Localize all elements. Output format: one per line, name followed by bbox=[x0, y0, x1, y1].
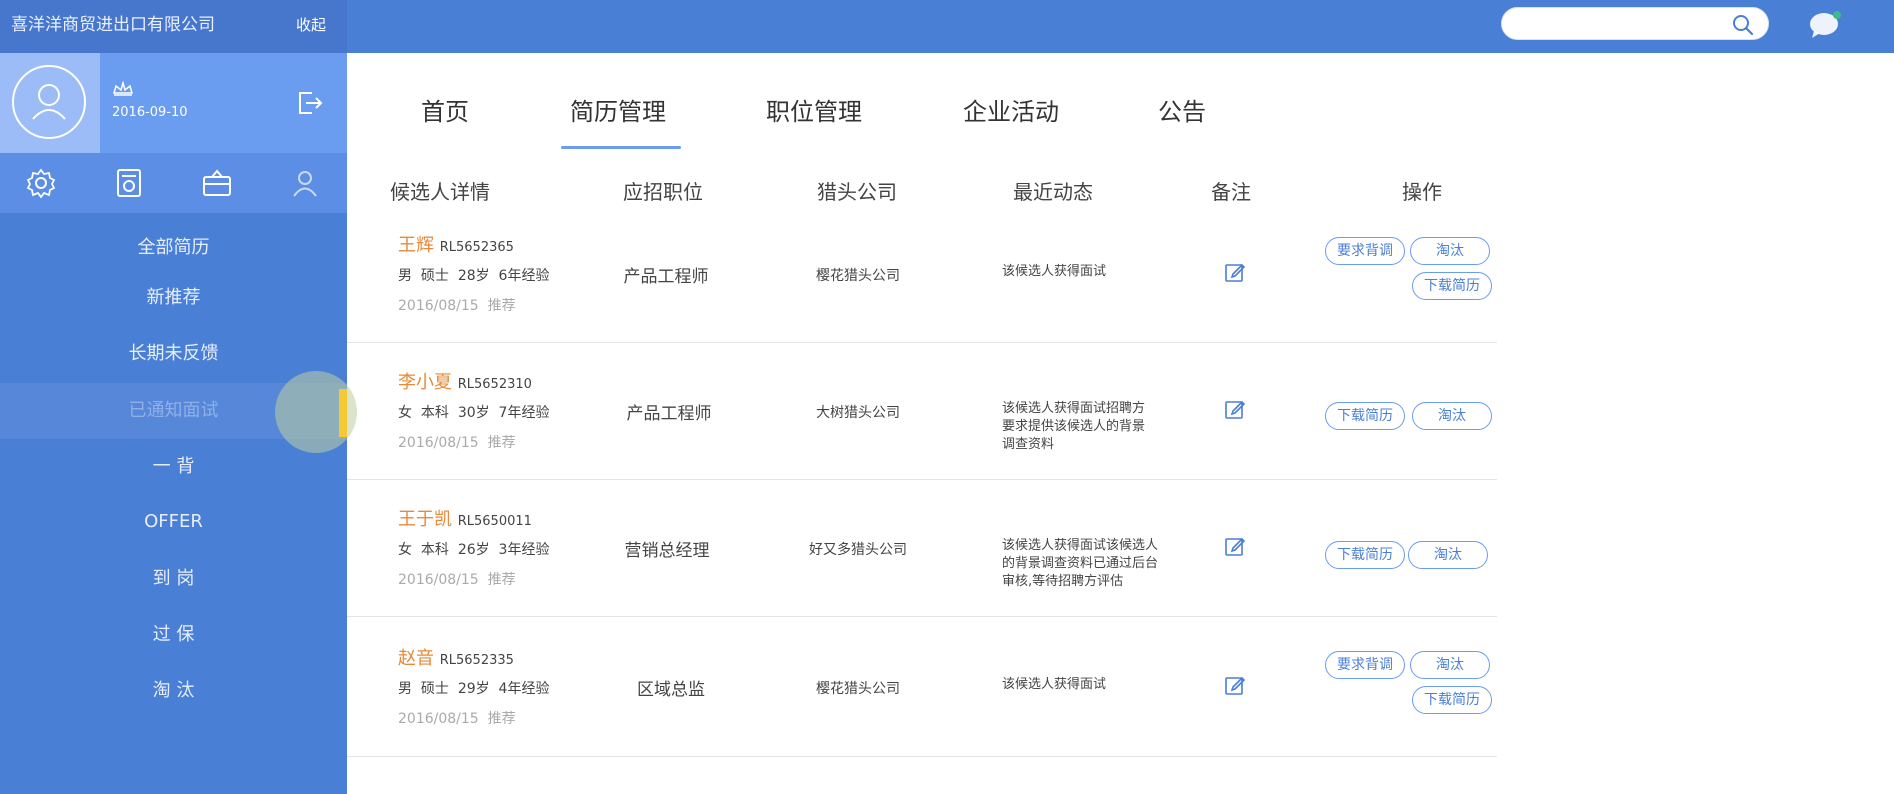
tab-home[interactable]: 首页 bbox=[421, 92, 469, 127]
recent-dynamics: 该候选人获得面试招聘方要求提供该候选人的背景调查资料 bbox=[1002, 401, 1146, 452]
eliminate-button[interactable]: 淘汰 bbox=[1410, 237, 1490, 265]
candidate-info: 女 本科 26岁 3年经验 bbox=[398, 542, 550, 558]
avatar[interactable] bbox=[0, 53, 100, 153]
tab-resume-management[interactable]: 简历管理 bbox=[570, 92, 666, 127]
candidate-name[interactable]: 王辉 RL5652365 bbox=[398, 231, 514, 257]
sidebar-item-guarantee[interactable]: 过 保 bbox=[0, 607, 347, 663]
applied-position: 产品工程师 bbox=[623, 267, 709, 287]
candidate-info: 女 本科 30岁 7年经验 bbox=[398, 405, 550, 421]
briefcase-icon[interactable] bbox=[201, 167, 233, 199]
eliminate-button[interactable]: 淘汰 bbox=[1410, 651, 1490, 679]
request-background-check-button[interactable]: 要求背调 bbox=[1325, 237, 1405, 265]
tab-announcements[interactable]: 公告 bbox=[1158, 92, 1206, 127]
candidate-date: 2016/08/15 推荐 bbox=[398, 298, 516, 314]
quick-icon-row bbox=[0, 153, 347, 213]
download-resume-button[interactable]: 下载简历 bbox=[1412, 272, 1492, 300]
header-dynamics: 最近动态 bbox=[1013, 180, 1093, 204]
recent-dynamics: 该候选人获得面试 bbox=[1002, 264, 1107, 279]
header-hunter: 猎头公司 bbox=[817, 180, 897, 204]
tab-position-management[interactable]: 职位管理 bbox=[766, 92, 862, 127]
edit-note-icon[interactable] bbox=[1224, 674, 1246, 696]
sidebar-item-new-recommend[interactable]: 新推荐 bbox=[0, 270, 347, 326]
crown-icon bbox=[113, 81, 133, 96]
company-header: 喜洋洋商贸进出口有限公司 收起 bbox=[0, 0, 347, 53]
header-actions: 操作 bbox=[1402, 180, 1442, 204]
eliminate-button[interactable]: 淘汰 bbox=[1412, 402, 1492, 430]
header-remark: 备注 bbox=[1211, 180, 1251, 204]
recent-dynamics: 该候选人获得面试该候选人的背景调查资料已通过后台审核,等待招聘方评估 bbox=[1002, 538, 1159, 589]
hunter-company: 樱花猎头公司 bbox=[816, 681, 900, 697]
download-resume-button[interactable]: 下载简历 bbox=[1412, 686, 1492, 714]
sidebar-item-offer[interactable]: OFFER bbox=[0, 494, 347, 550]
sidebar-item-no-feedback[interactable]: 长期未反馈 bbox=[0, 326, 347, 382]
candidate-id: RL5652365 bbox=[439, 240, 514, 255]
sidebar-item-eliminated[interactable]: 淘 汰 bbox=[0, 663, 347, 719]
gear-icon[interactable] bbox=[25, 167, 57, 199]
candidate-name[interactable]: 赵音 RL5652335 bbox=[398, 644, 514, 670]
applied-position: 区域总监 bbox=[637, 680, 705, 700]
edit-note-icon[interactable] bbox=[1224, 535, 1246, 557]
sidebar: 喜洋洋商贸进出口有限公司 收起 2016-09-10 全部简历 新推荐 长期未反… bbox=[0, 0, 357, 794]
hunter-company: 樱花猎头公司 bbox=[816, 268, 900, 284]
candidate-info: 男 硕士 28岁 6年经验 bbox=[398, 268, 550, 284]
candidate-date: 2016/08/15 推荐 bbox=[398, 711, 516, 727]
edit-note-icon[interactable] bbox=[1224, 398, 1246, 420]
company-name: 喜洋洋商贸进出口有限公司 bbox=[11, 15, 215, 35]
recent-dynamics: 该候选人获得面试 bbox=[1002, 677, 1107, 692]
tab-company-events[interactable]: 企业活动 bbox=[963, 92, 1059, 127]
profile-panel: 2016-09-10 bbox=[0, 53, 347, 153]
user-icon[interactable] bbox=[289, 167, 321, 199]
search-icon[interactable] bbox=[1732, 14, 1754, 36]
chat-icon[interactable] bbox=[1808, 9, 1842, 45]
candidate-id: RL5652310 bbox=[457, 377, 532, 392]
search-input[interactable] bbox=[1501, 7, 1769, 40]
applied-position: 产品工程师 bbox=[626, 404, 712, 424]
applied-position: 营销总经理 bbox=[624, 541, 710, 561]
request-background-check-button[interactable]: 要求背调 bbox=[1325, 651, 1405, 679]
active-indicator bbox=[339, 389, 347, 437]
candidate-info: 男 硕士 29岁 4年经验 bbox=[398, 681, 550, 697]
collapse-button[interactable]: 收起 bbox=[296, 14, 326, 35]
sidebar-item-onboard[interactable]: 到 岗 bbox=[0, 551, 347, 607]
sidebar-item-all-resumes[interactable]: 全部简历 bbox=[0, 220, 347, 276]
edit-note-icon[interactable] bbox=[1224, 261, 1246, 283]
candidate-id: RL5652335 bbox=[439, 653, 514, 668]
download-resume-button[interactable]: 下载简历 bbox=[1325, 402, 1405, 430]
hunter-company: 好又多猎头公司 bbox=[809, 542, 907, 558]
hunter-company: 大树猎头公司 bbox=[816, 405, 900, 421]
candidate-date: 2016/08/15 推荐 bbox=[398, 572, 516, 588]
candidate-name[interactable]: 王于凯 RL5650011 bbox=[398, 505, 532, 531]
candidate-name[interactable]: 李小夏 RL5652310 bbox=[398, 368, 532, 394]
header-position: 应招职位 bbox=[623, 180, 703, 204]
login-date: 2016-09-10 bbox=[112, 105, 188, 120]
candidate-id: RL5650011 bbox=[457, 514, 532, 529]
header-candidate: 候选人详情 bbox=[390, 180, 490, 204]
eliminate-button[interactable]: 淘汰 bbox=[1408, 541, 1488, 569]
user-avatar-icon bbox=[32, 84, 66, 120]
resume-icon[interactable] bbox=[113, 167, 145, 199]
candidate-date: 2016/08/15 推荐 bbox=[398, 435, 516, 451]
active-tab-indicator bbox=[561, 146, 681, 149]
logout-icon[interactable] bbox=[296, 89, 324, 117]
download-resume-button[interactable]: 下载简历 bbox=[1325, 541, 1405, 569]
